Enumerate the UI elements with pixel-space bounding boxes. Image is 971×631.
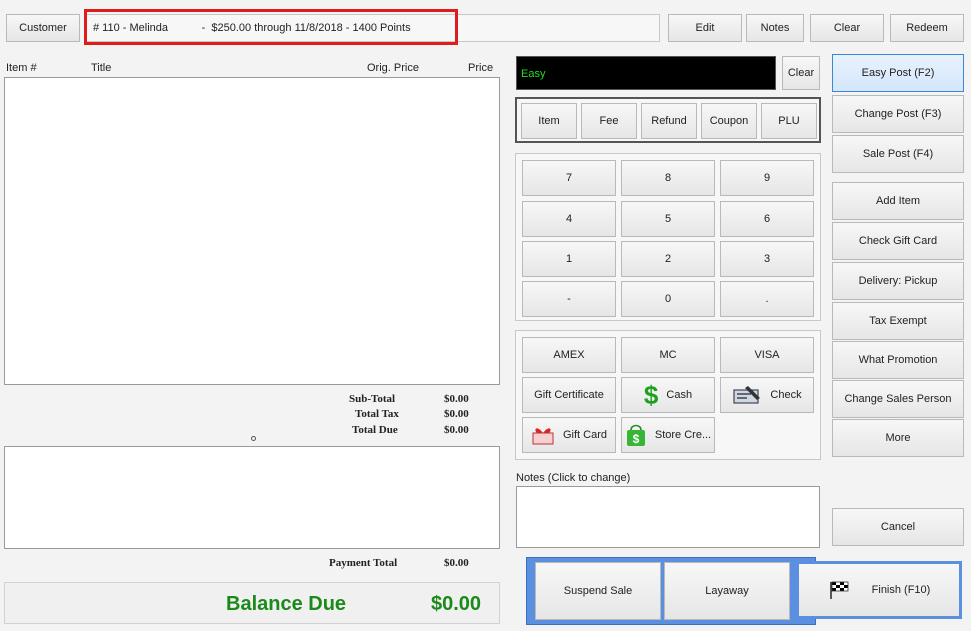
subtotal-label: Sub-Total	[349, 393, 396, 405]
add-item-button[interactable]: Add Item	[832, 182, 964, 220]
mc-button[interactable]: MC	[621, 337, 715, 373]
gift-card-label: Gift Card	[562, 429, 607, 441]
customer-button[interactable]: Customer	[6, 14, 80, 42]
change-post-button[interactable]: Change Post (F3)	[832, 95, 964, 133]
payment-total-label: Payment Total	[329, 557, 398, 569]
payment-total-value: $0.00	[444, 557, 469, 569]
splitter-handle[interactable]	[251, 436, 256, 441]
key-3[interactable]: 3	[720, 241, 814, 277]
key-5[interactable]: 5	[621, 201, 715, 237]
key-4[interactable]: 4	[522, 201, 616, 237]
item-type-coupon-button[interactable]: Coupon	[701, 103, 757, 139]
key-9[interactable]: 9	[720, 160, 814, 196]
redeem-button[interactable]: Redeem	[890, 14, 964, 42]
header-clear-button[interactable]: Clear	[810, 14, 884, 42]
suspend-sale-button[interactable]: Suspend Sale	[535, 562, 661, 620]
what-promotion-button[interactable]: What Promotion	[832, 341, 964, 379]
balance-due-label: Balance Due	[226, 593, 347, 615]
customer-info-highlight	[84, 9, 458, 45]
edit-button[interactable]: Edit	[668, 14, 742, 42]
col-item-number: Item #	[6, 62, 37, 74]
entry-display-text: Easy	[521, 68, 546, 80]
delivery-button[interactable]: Delivery: Pickup	[832, 262, 964, 300]
total-tax-value: $0.00	[444, 408, 469, 420]
tender-group: AMEX MC VISA Gift Certificate $ Cash Che…	[515, 330, 821, 460]
tax-exempt-button[interactable]: Tax Exempt	[832, 302, 964, 340]
gift-certificate-button[interactable]: Gift Certificate	[522, 377, 616, 413]
key-0[interactable]: 0	[621, 281, 715, 317]
check-label: Check	[770, 389, 802, 401]
key-6[interactable]: 6	[720, 201, 814, 237]
item-type-refund-button[interactable]: Refund	[641, 103, 697, 139]
keypad: 7 8 9 4 5 6 1 2 3 - 0 .	[515, 153, 821, 321]
col-price: Price	[468, 62, 494, 74]
gift-bow-icon	[531, 425, 555, 445]
cash-label: Cash	[666, 389, 693, 401]
cancel-button[interactable]: Cancel	[832, 508, 964, 546]
balance-due-value: $0.00	[431, 593, 482, 615]
key-minus[interactable]: -	[522, 281, 616, 317]
subtotal-value: $0.00	[444, 393, 469, 405]
notes-button[interactable]: Notes	[746, 14, 804, 42]
key-8[interactable]: 8	[621, 160, 715, 196]
entry-display[interactable]: Easy	[516, 56, 776, 90]
sale-actions-frame: Suspend Sale Layaway	[526, 557, 816, 625]
amex-button[interactable]: AMEX	[522, 337, 616, 373]
item-type-plu-button[interactable]: PLU	[761, 103, 817, 139]
notes-box[interactable]	[516, 486, 820, 548]
notes-label: Notes (Click to change)	[516, 472, 631, 484]
total-due-value: $0.00	[444, 424, 469, 436]
layaway-button[interactable]: Layaway	[664, 562, 790, 620]
checkered-flag-icon	[828, 580, 850, 600]
easy-post-button[interactable]: Easy Post (F2)	[832, 54, 964, 92]
items-list[interactable]	[4, 77, 500, 385]
key-7[interactable]: 7	[522, 160, 616, 196]
dollar-icon: $	[643, 379, 659, 410]
store-credit-button[interactable]: $ Store Cre...	[621, 417, 715, 453]
key-1[interactable]: 1	[522, 241, 616, 277]
key-decimal[interactable]: .	[720, 281, 814, 317]
store-credit-label: Store Cre...	[654, 429, 712, 441]
check-button[interactable]: Check	[720, 377, 814, 413]
total-tax-label: Total Tax	[355, 408, 399, 420]
col-title: Title	[91, 62, 112, 74]
key-2[interactable]: 2	[621, 241, 715, 277]
item-type-group: Item Fee Refund Coupon PLU	[515, 97, 821, 143]
balance-due-bar: Balance Due $0.00	[4, 582, 500, 624]
item-type-fee-button[interactable]: Fee	[581, 103, 637, 139]
item-type-item-button[interactable]: Item	[521, 103, 577, 139]
shopping-bag-icon: $	[625, 423, 647, 447]
gift-card-button[interactable]: Gift Card	[522, 417, 616, 453]
check-gift-card-button[interactable]: Check Gift Card	[832, 222, 964, 260]
check-writer-icon	[732, 384, 762, 406]
visa-button[interactable]: VISA	[720, 337, 814, 373]
cash-button[interactable]: $ Cash	[621, 377, 715, 413]
more-button[interactable]: More	[832, 419, 964, 457]
svg-text:$: $	[633, 432, 640, 446]
payments-list[interactable]	[4, 446, 500, 549]
finish-button[interactable]: Finish (F10)	[796, 561, 962, 619]
entry-clear-button[interactable]: Clear	[782, 56, 820, 90]
finish-label: Finish (F10)	[871, 584, 931, 596]
total-due-label: Total Due	[352, 424, 398, 436]
change-sales-person-button[interactable]: Change Sales Person	[832, 380, 964, 418]
col-orig-price: Orig. Price	[367, 62, 419, 74]
sale-post-button[interactable]: Sale Post (F4)	[832, 135, 964, 173]
